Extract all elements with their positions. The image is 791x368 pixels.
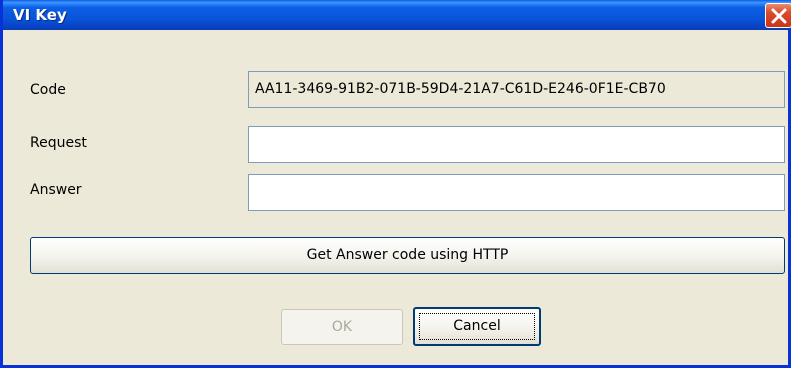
request-field[interactable]: [248, 126, 785, 163]
get-answer-http-button[interactable]: Get Answer code using HTTP: [30, 237, 785, 274]
close-icon: [771, 8, 787, 24]
request-label: Request: [30, 135, 87, 151]
ok-button[interactable]: OK: [281, 309, 403, 345]
focus-rectangle: [419, 313, 535, 340]
cancel-button[interactable]: Cancel: [413, 307, 541, 346]
answer-label: Answer: [30, 182, 82, 198]
dialog-window: VI Key Code AA11-3469-91B2-071B-59D4-21A…: [0, 0, 791, 368]
answer-field[interactable]: [248, 174, 785, 211]
window-title: VI Key: [13, 6, 67, 24]
code-field[interactable]: AA11-3469-91B2-071B-59D4-21A7-C61D-E246-…: [248, 71, 785, 108]
code-label: Code: [30, 82, 66, 98]
title-bar[interactable]: VI Key: [3, 0, 791, 30]
close-button[interactable]: [765, 3, 791, 28]
